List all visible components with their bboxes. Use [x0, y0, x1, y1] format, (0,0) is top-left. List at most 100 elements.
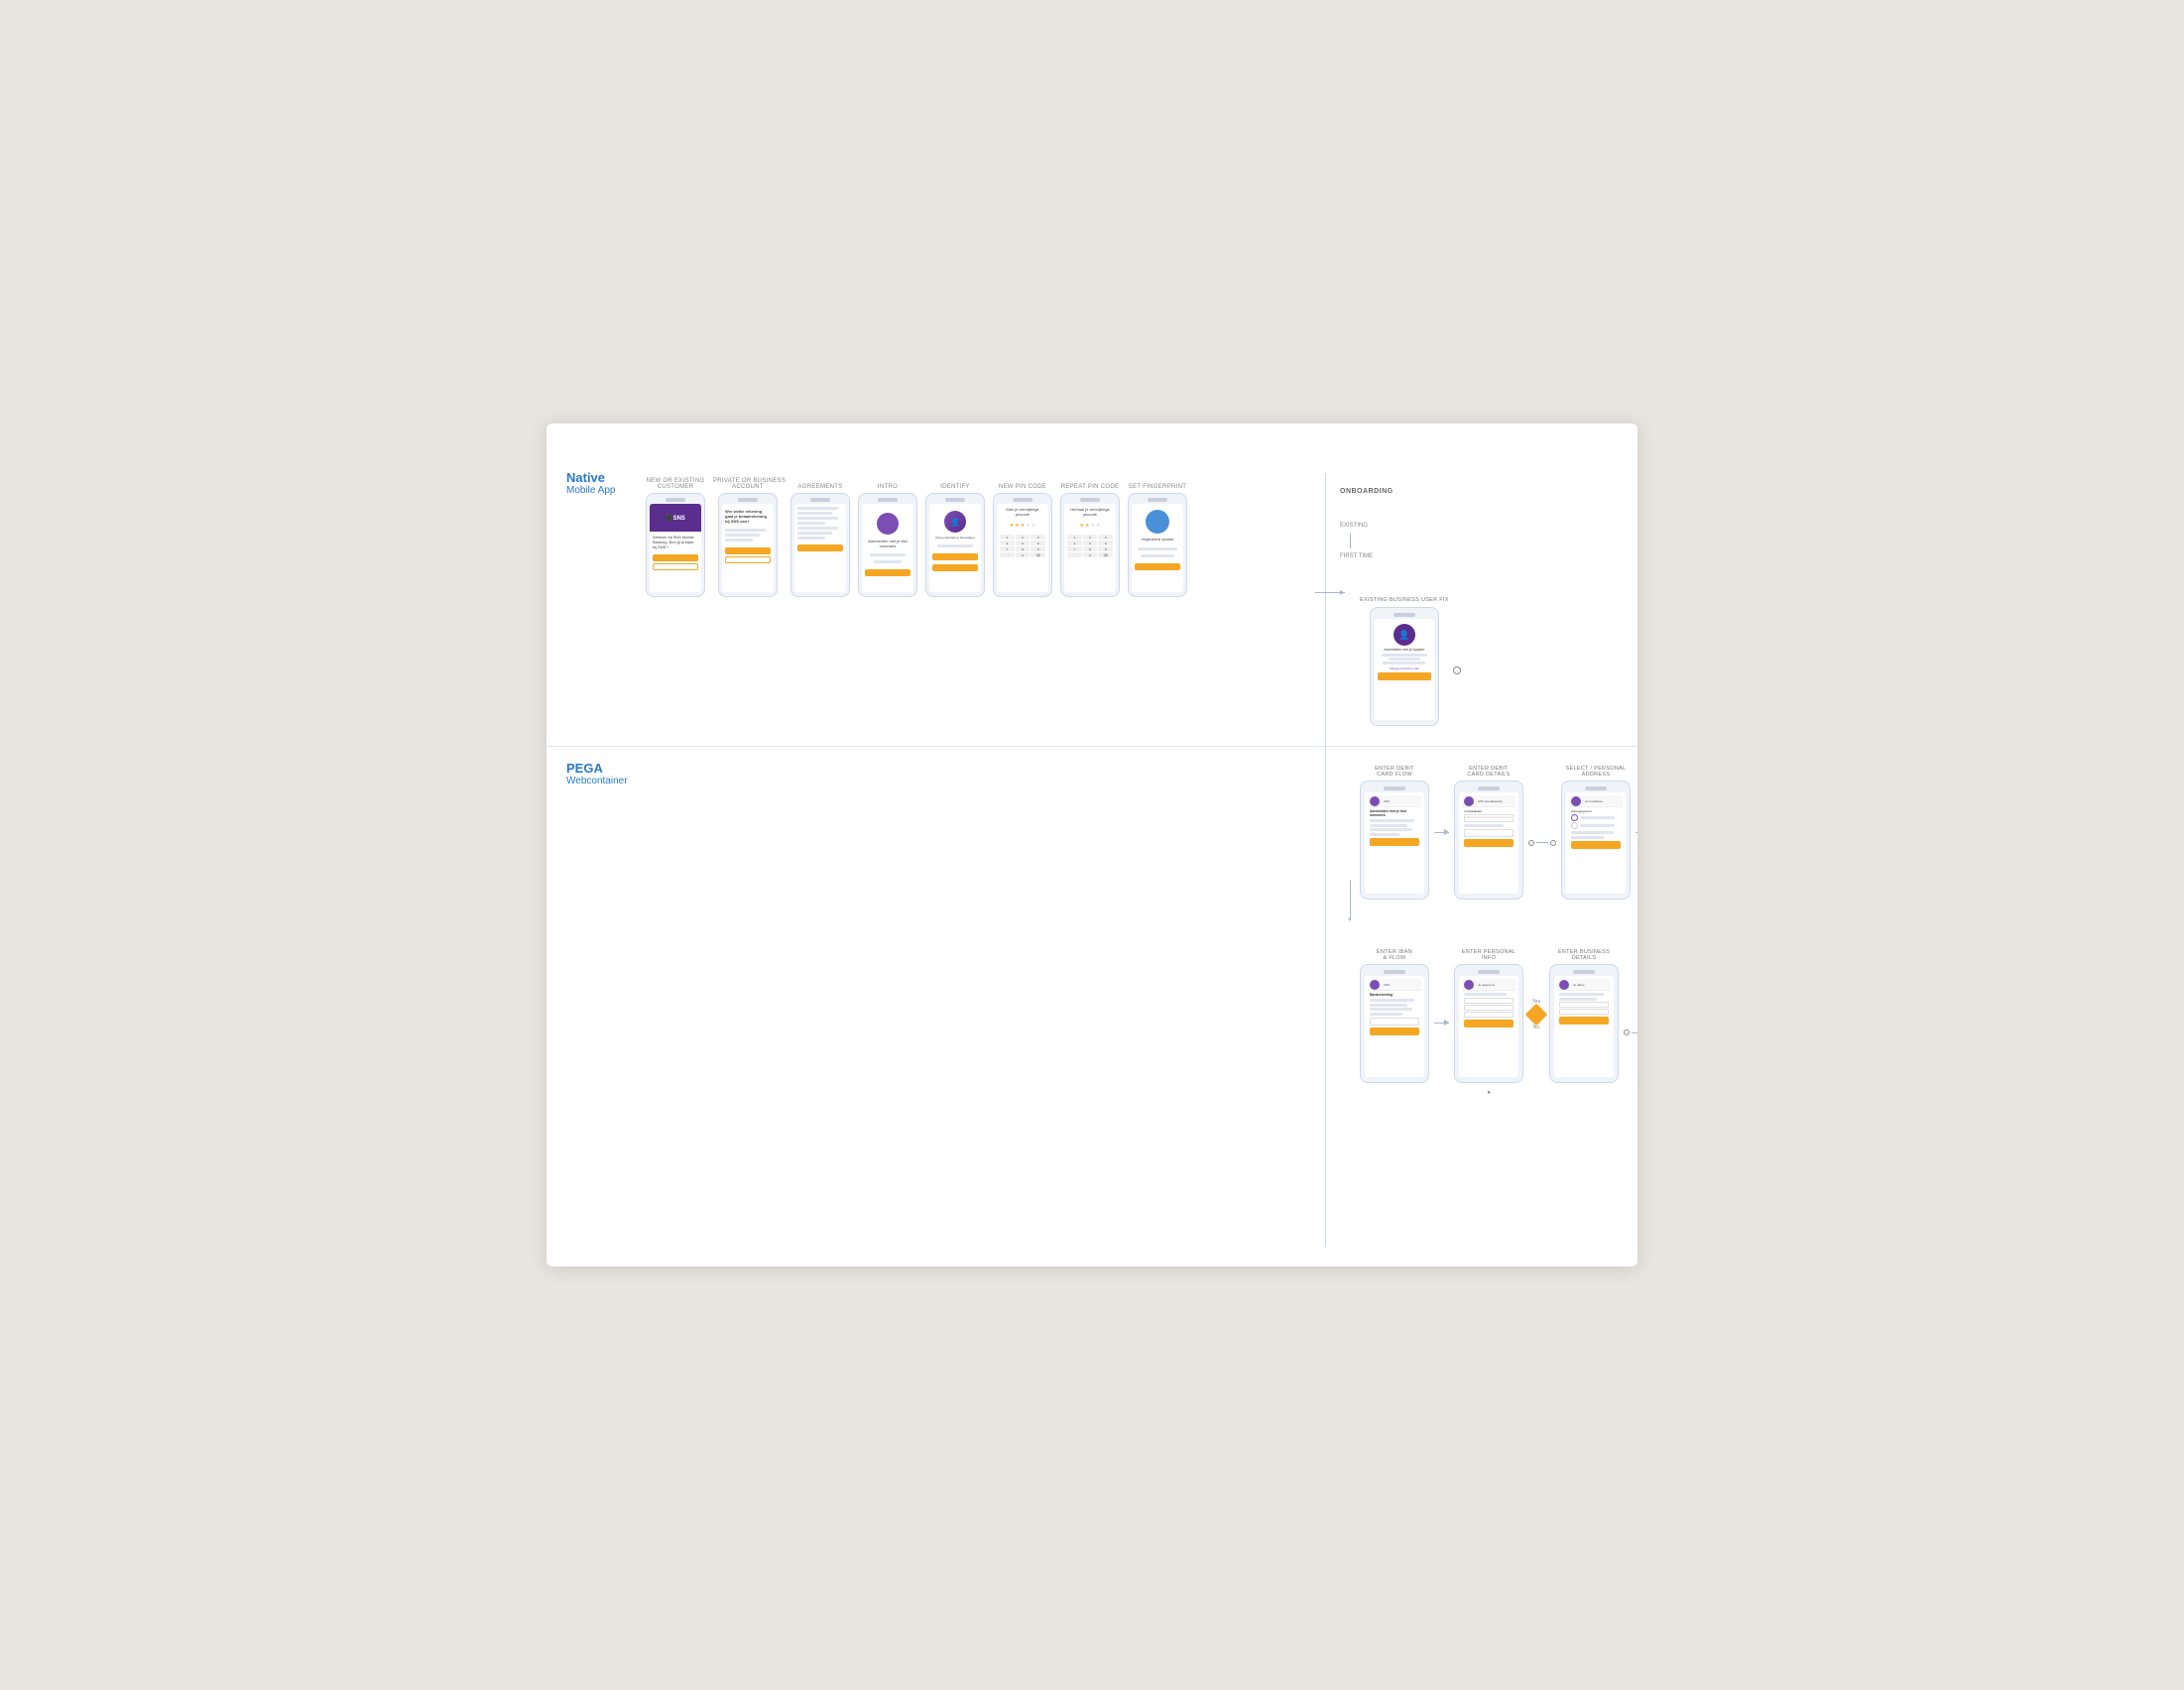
identify-icon: 👤 — [944, 511, 966, 533]
screen-2: Wer welke rekening gaat je betaalrekenin… — [722, 504, 774, 592]
content-2: Wer welke rekening gaat je betaalrekenin… — [722, 504, 774, 592]
stars-row: ★ ★ ★ ★ ★ — [1000, 523, 1045, 529]
pega-col-1: ENTER DEBITCARD FLOW SNS Aanmelden met j… — [1360, 766, 1429, 900]
pega-header-2: SNS betaalkaarten — [1462, 795, 1516, 807]
pega-r2-label-2: ENTER PERSONALINFO — [1462, 949, 1516, 961]
pega-section-label: PEGA Webcontainer — [566, 761, 628, 786]
btn-intro — [865, 569, 910, 576]
flow-dot-existing — [1453, 666, 1461, 674]
step-label-7: REPEAT PIN CODE — [1061, 484, 1120, 490]
content-7: Herhaal je viercijferige pincode ★ ★ ★ ★… — [1064, 504, 1116, 592]
screen-5: 👤 Pas je identiteit te bevestigen — [929, 504, 981, 592]
phone-1: ⬛SNS Welkom bij SNS Mobile Banking. Ben … — [646, 493, 705, 597]
screen-3 — [794, 504, 846, 592]
pega-label-2: ENTER DEBITCARD DETAILS — [1467, 766, 1510, 778]
pega-r2-screen-2: Je gegevens — [1459, 976, 1518, 1077]
pega-col-r2-2: ENTER PERSONALINFO Je gegevens — [1454, 949, 1523, 1096]
existing-business-phone: 👤 Aanmelden met je Appsen Uitloggen/verd… — [1370, 607, 1439, 726]
pega-header-3: Je installaties — [1569, 795, 1623, 807]
screen-4: Aanmelden met je bsn nummers — [862, 504, 913, 592]
pega-screen-1: SNS Aanmelden met je bsn nummers — [1365, 792, 1424, 894]
screen-1: ⬛SNS Welkom bij SNS Mobile Banking. Ben … — [650, 504, 701, 592]
pega-icon-1 — [1370, 796, 1380, 806]
first-time-label: FIRST TIME — [1340, 553, 1373, 559]
pega-screen-3: Je installaties Adresgegevens — [1566, 792, 1626, 894]
btn-identify-manual — [932, 564, 978, 571]
card-input — [1464, 814, 1514, 822]
phone-col-repeat-pin: REPEAT PIN CODE Herhaal je viercijferige… — [1060, 484, 1120, 597]
pega-r2-btn-2 — [1464, 1020, 1514, 1027]
pega-r2-content-2 — [1462, 991, 1516, 1029]
pega-r2-icon-3 — [1559, 980, 1569, 990]
pega-r2-notch-1 — [1384, 970, 1405, 974]
content-5: 👤 Pas je identiteit te bevestigen — [929, 504, 981, 592]
notch-3 — [810, 498, 830, 502]
pega-btn-1 — [1370, 838, 1419, 846]
pega-r2-screen-1: SNS Bankrekening — [1365, 976, 1424, 1077]
notch-4 — [878, 498, 898, 502]
h-arrow-2 — [1636, 832, 1638, 833]
step-label-4: INTRO — [878, 484, 898, 490]
keypad-1: 123 456 789 0⌫ — [1000, 535, 1045, 557]
step-label-8: SET FINGERPRINT — [1129, 484, 1186, 490]
pega-notch-1 — [1384, 786, 1405, 790]
phone-8: Vingerafdruk opslaan — [1128, 493, 1187, 597]
btn-business — [725, 556, 771, 563]
decision-diamond-group: Yes No — [1528, 999, 1544, 1030]
pega-icon-2 — [1464, 796, 1474, 806]
pega-r2-btn-1 — [1370, 1027, 1419, 1035]
pega-col-2: ENTER DEBITCARD DETAILS SNS betaalkaarte… — [1454, 766, 1523, 900]
step-label-2: PRIVATE OR BUSINESSACCOUNT — [713, 478, 783, 490]
personal-info-dot: ● — [1487, 1090, 1491, 1096]
existing-business-group: EXISTING BUSINESS USER FIX 👤 Aanmelden m… — [1360, 597, 1449, 726]
pega-r2-label-1: ENTER IBAN& FLOW — [1377, 949, 1412, 961]
pega-flow-row2: ENTER IBAN& FLOW SNS Bankrekening — [1360, 949, 1638, 1096]
pega-icon-3 — [1571, 796, 1581, 806]
pega-phone-3: Je installaties Adresgegevens — [1561, 781, 1631, 900]
onboarding-label: ONBOARDING — [1340, 488, 1394, 495]
notch-2 — [738, 498, 758, 502]
pega-r2-content-3 — [1557, 991, 1611, 1026]
pega-flow-row1: ENTER DEBITCARD FLOW SNS Aanmelden met j… — [1360, 766, 1638, 900]
pega-content-2: In betaalkaart — [1462, 807, 1516, 849]
pega-notch-3 — [1585, 786, 1607, 790]
pega-notch-2 — [1478, 786, 1500, 790]
pega-r2-phone-1: SNS Bankrekening — [1360, 964, 1429, 1083]
phone-col-agreements: AGREEMENTS — [790, 484, 850, 597]
phone-6: Kies je viercijferige pincode ★ ★ ★ ★ ★ … — [993, 493, 1052, 597]
pega-content-3: Adresgegevens — [1569, 807, 1623, 851]
pega-r2-label-3: ENTER BUSINESSDETAILS — [1558, 949, 1610, 961]
vertical-divider — [1325, 473, 1326, 1247]
screen-7: Herhaal je viercijferige pincode ★ ★ ★ ★… — [1064, 504, 1116, 592]
content-4: Aanmelden met je bsn nummers — [862, 504, 913, 592]
pega-r2-header-2: Je gegevens — [1462, 979, 1516, 991]
phone-col-intro: INTRO Aanmelden met je bsn nummers — [858, 484, 917, 597]
header-purple-1: ⬛SNS — [650, 504, 701, 532]
arrow-head-native: ▶ — [1340, 589, 1345, 596]
pega-r2-phone-2: Je gegevens — [1454, 964, 1523, 1083]
pega-r2-content-1: Bankrekening — [1368, 991, 1421, 1037]
notch-8 — [1148, 498, 1167, 502]
main-canvas: Native Mobile App NEW OR EXISTINGCUSTOME… — [546, 423, 1638, 1267]
native-section-label: Native Mobile App — [566, 470, 615, 496]
pega-col-3: SELECT / PERSONALADDRESS Je installaties… — [1561, 766, 1631, 900]
phone-col-fingerprint: SET FINGERPRINT Vingerafdruk opslaan — [1128, 484, 1187, 597]
pega-r2-notch-3 — [1573, 970, 1595, 974]
pega-r2-header-3: Je adres — [1557, 979, 1611, 991]
pega-header-1: SNS — [1368, 795, 1421, 807]
phone-col-identify: IDENTIFY 👤 Pas je identiteit te bevestig… — [925, 484, 985, 597]
btn-existing-biz — [1378, 672, 1431, 680]
btn-no — [653, 563, 698, 570]
fingerprint-icon — [1146, 510, 1169, 534]
pega-r2-header-1: SNS — [1368, 979, 1421, 991]
notch-1 — [666, 498, 685, 502]
phone-7: Herhaal je viercijferige pincode ★ ★ ★ ★… — [1060, 493, 1120, 597]
phone-5: 👤 Pas je identiteit te bevestigen — [925, 493, 985, 597]
card-input-2 — [1464, 829, 1514, 837]
phone-col-private-business: PRIVATE OR BUSINESSACCOUNT Wer welke rek… — [713, 478, 783, 597]
step-label-6: NEW PIN CODE — [999, 484, 1046, 490]
content-1: Welkom bij SNS Mobile Banking. Ben jij a… — [650, 532, 701, 592]
pega-btn-2 — [1464, 839, 1514, 847]
pega-label-1: ENTER DEBITCARD FLOW — [1375, 766, 1414, 778]
step-label-5: IDENTIFY — [940, 484, 970, 490]
